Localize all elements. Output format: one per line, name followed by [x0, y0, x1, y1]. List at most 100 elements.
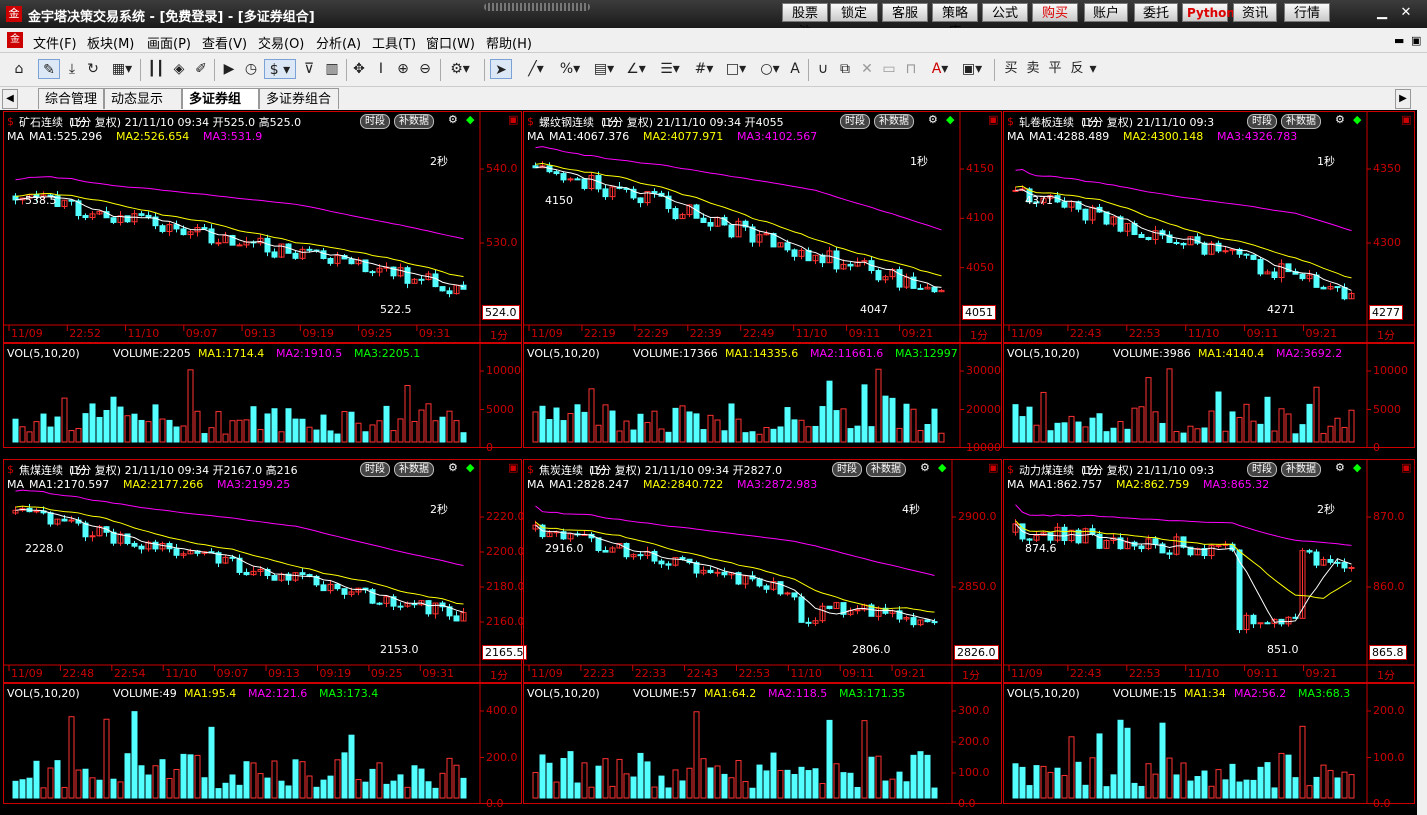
rectangle-icon[interactable]: □▾ [722, 59, 750, 79]
timeshare-button[interactable]: 时段 [1247, 114, 1277, 129]
reverse-tool-button[interactable]: 反 [1068, 59, 1086, 79]
chart-panel[interactable]: 870.0 860.0 865.8 874.6 851.0 2秒 11/09 22:43 22:… [1003, 459, 1415, 810]
menu-file[interactable]: 文件(F) [33, 33, 77, 52]
restore-icon[interactable]: ▬ [1394, 34, 1404, 47]
settings-gear-icon[interactable]: ⚙ [928, 113, 938, 126]
lock-button[interactable]: 锁定 [830, 3, 878, 22]
copy-icon[interactable]: ⧉ [836, 59, 854, 79]
zoom-in-icon[interactable]: ⊕ [394, 59, 412, 79]
buy-button[interactable]: 购买 [1032, 3, 1078, 22]
maximize-icon[interactable]: ▣ [508, 113, 518, 126]
ruler-icon[interactable]: ▤▾ [590, 59, 618, 79]
chart-panel[interactable]: 540.0 530.0 524.0 538.5 522.5 2秒 11/09 22:52 11/… [3, 111, 522, 454]
zoom-out-icon[interactable]: ⊖ [416, 59, 434, 79]
supplement-data-button[interactable]: 补数据 [866, 462, 906, 477]
close-tool-button[interactable]: 平 [1046, 59, 1064, 79]
chart-panel[interactable]: 4350 4300 4277 4371 4271 1秒 11/09 22:43 22:53 11/… [1003, 111, 1415, 454]
magnet-icon[interactable]: ∪ [814, 59, 832, 79]
order-button[interactable]: 委托 [1134, 3, 1178, 22]
settings-gear-icon[interactable]: ⚙ [448, 113, 458, 126]
timeshare-button[interactable]: 时段 [360, 462, 390, 477]
chart-panel[interactable]: 2900.0 2850.0 2826.0 2916.0 2806.0 4秒 11/09 22:… [523, 459, 1002, 810]
statistics-icon[interactable]: ▥ [322, 59, 342, 79]
settings-gear-icon[interactable]: ⚙ [920, 461, 930, 474]
menu-trade[interactable]: 交易(O) [258, 33, 304, 52]
more-dropdown-icon[interactable]: ▾ [1088, 59, 1098, 79]
tab-overview[interactable]: 综合管理 [38, 88, 104, 109]
channel-icon[interactable]: ☰▾ [656, 59, 684, 79]
timeshare-button[interactable]: 时段 [832, 462, 862, 477]
chart-canvas[interactable] [1003, 111, 1415, 448]
delete-icon[interactable]: ✕ [858, 59, 876, 79]
percent-tool-icon[interactable]: %▾ [556, 59, 584, 79]
clock-icon[interactable]: ◷ [242, 59, 260, 79]
customer-service-button[interactable]: 客服 [882, 3, 928, 22]
menu-window[interactable]: 窗口(W) [426, 33, 475, 52]
title-grip[interactable] [484, 3, 590, 11]
play-icon[interactable]: ▶ [220, 59, 238, 79]
maximize-icon[interactable]: ▣ [508, 461, 518, 474]
tab-scroll-left-icon[interactable]: ◀ [2, 89, 18, 109]
candlestick-icon[interactable]: ┃┃ [146, 59, 166, 79]
circle-icon[interactable]: ○▾ [756, 59, 784, 79]
supplement-data-button[interactable]: 补数据 [394, 114, 434, 129]
menu-help[interactable]: 帮助(H) [486, 33, 532, 52]
minimize-icon[interactable]: ▁ [1372, 3, 1392, 23]
menu-analysis[interactable]: 分析(A) [316, 33, 361, 52]
text-tool-icon[interactable]: A [786, 59, 804, 79]
menu-app-icon[interactable]: 金 [7, 32, 23, 48]
chart-canvas[interactable] [523, 111, 1002, 448]
supplement-data-button[interactable]: 补数据 [874, 114, 914, 129]
pen-icon[interactable]: ✎ [38, 59, 60, 79]
buy-tool-button[interactable]: 买 [1002, 59, 1020, 79]
supplement-data-button[interactable]: 补数据 [1281, 462, 1321, 477]
maximize-icon[interactable]: ▣ [1401, 461, 1411, 474]
hash-grid-icon[interactable]: #▾ [690, 59, 718, 79]
home-icon[interactable]: ⌂ [9, 59, 29, 79]
pointer-icon[interactable]: ➤ [490, 59, 512, 79]
maximize-icon[interactable]: ▣ [988, 461, 998, 474]
settings-gear-icon[interactable]: ⚙ [1335, 461, 1345, 474]
settings-icon[interactable]: ⚙▾ [446, 59, 474, 79]
refresh-icon[interactable]: ↻ [84, 59, 102, 79]
move-icon[interactable]: ✥ [350, 59, 368, 79]
python-button[interactable]: Python [1182, 3, 1235, 22]
chart-canvas[interactable] [523, 459, 1002, 804]
close-icon[interactable]: ✕ [1396, 3, 1416, 23]
save-icon[interactable]: ▣▾ [958, 59, 986, 79]
tab-multi-security[interactable]: 多证券组合 [259, 88, 339, 109]
line-tool-icon[interactable]: ╱▾ [522, 59, 550, 79]
font-color-icon[interactable]: A▾ [926, 59, 954, 79]
strategy-library-button[interactable]: 策略库 [932, 3, 978, 40]
tab-dynamic-board[interactable]: 动态显示牌 [104, 88, 182, 128]
tab-multi-security-active[interactable]: 多证券组合 [182, 88, 259, 128]
cursor-bar-icon[interactable]: I [372, 59, 390, 79]
maximize-icon[interactable]: ▣ [988, 113, 998, 126]
lock-icon[interactable]: ⊓ [902, 59, 920, 79]
grid-layout-icon[interactable]: ▦▾ [108, 59, 136, 79]
chart-panel[interactable]: 2220.0 2200.0 2180.0 2160.0 2165.5 2228.0 2153… [3, 459, 527, 810]
timeshare-button[interactable]: 时段 [1247, 462, 1277, 477]
settings-gear-icon[interactable]: ⚙ [1335, 113, 1345, 126]
supplement-data-button[interactable]: 补数据 [1281, 114, 1321, 129]
menu-sector[interactable]: 板块(M) [87, 33, 134, 52]
diamond-icon[interactable]: ◈ [170, 59, 188, 79]
window-restore-icon[interactable]: ▣ [1411, 34, 1421, 47]
stock-pool-button[interactable]: 股票池 [782, 3, 828, 40]
news-button[interactable]: 资讯 [1233, 3, 1277, 22]
settings-gear-icon[interactable]: ⚙ [448, 461, 458, 474]
menu-view[interactable]: 查看(V) [202, 33, 247, 52]
timeshare-button[interactable]: 时段 [360, 114, 390, 129]
trash-icon[interactable]: ▭ [880, 59, 898, 79]
supplement-data-button[interactable]: 补数据 [394, 462, 434, 477]
tab-scroll-right-icon[interactable]: ▶ [1395, 89, 1411, 109]
angle-tool-icon[interactable]: ∠▾ [622, 59, 650, 79]
currency-icon[interactable]: $ ▾ [264, 59, 296, 79]
maximize-icon[interactable]: ▣ [1401, 113, 1411, 126]
market-button[interactable]: 行情 [1284, 3, 1330, 22]
chart-canvas[interactable] [1003, 459, 1415, 804]
right-side-panel[interactable] [1417, 110, 1427, 815]
timeshare-button[interactable]: 时段 [840, 114, 870, 129]
filter-icon[interactable]: ⊽ [300, 59, 318, 79]
menu-tools[interactable]: 工具(T) [372, 33, 416, 52]
